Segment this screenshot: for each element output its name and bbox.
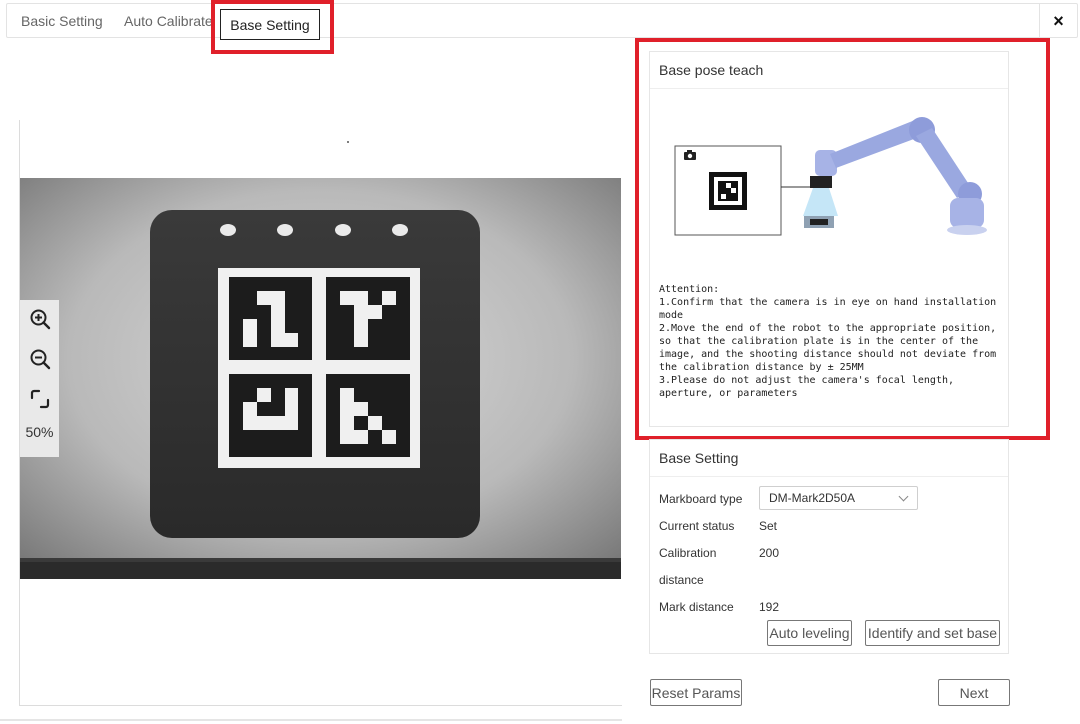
zoom-out-icon <box>30 349 50 370</box>
zoom-level: 50% <box>25 424 54 440</box>
identify-set-base-button[interactable]: Identify and set base <box>865 620 1000 646</box>
zoom-toolbar: 50% <box>20 300 59 457</box>
robot-arm-diagram <box>674 117 987 236</box>
zoom-in-icon <box>30 309 50 330</box>
tab-basic-setting[interactable]: Basic Setting <box>21 4 103 39</box>
markboard-type-select[interactable]: DM-Mark2D50A <box>759 486 918 510</box>
aruco-marker-4 <box>326 374 410 457</box>
calibration-distance-value: 200 <box>759 546 780 560</box>
base-setting-panel: Base Setting Markboard type DM-Mark2D50A… <box>649 439 1009 654</box>
calibration-distance-label-cont: distance <box>659 573 704 587</box>
robot-arm <box>815 117 987 235</box>
mark-distance-value: 192 <box>759 600 780 614</box>
camera-image[interactable] <box>20 178 621 579</box>
auto-leveling-button[interactable]: Auto leveling <box>767 620 852 646</box>
viewer-marker <box>347 141 349 143</box>
tab-base-setting[interactable]: Base Setting <box>220 9 320 40</box>
current-status-label: Current status <box>659 519 735 533</box>
chevron-down-icon <box>898 491 909 502</box>
divider <box>0 719 622 721</box>
close-icon: × <box>1053 11 1064 31</box>
aruco-marker-1 <box>229 277 312 360</box>
mark-distance-label: Mark distance <box>659 600 734 614</box>
current-status-value: Set <box>759 519 778 533</box>
tab-bar: Basic Setting Auto Calibrate Base Settin… <box>6 3 1078 40</box>
close-button[interactable]: × <box>1039 4 1077 39</box>
aruco-marker-3 <box>229 374 312 457</box>
reset-params-button[interactable]: Reset Params <box>650 679 742 706</box>
fit-screen-button[interactable] <box>20 380 59 418</box>
fit-screen-icon <box>30 389 49 409</box>
calibration-distance-label: Calibration <box>659 546 717 560</box>
panel-title: Base Setting <box>650 440 1008 477</box>
base-pose-teach-panel: Base pose teach Attention: 1.Confirm tha… <box>649 51 1009 427</box>
next-button[interactable]: Next <box>938 679 1010 706</box>
zoom-out-button[interactable] <box>20 340 59 378</box>
attention-text: Attention: 1.Confirm that the camera is … <box>659 284 997 399</box>
aruco-marker-2 <box>326 277 410 360</box>
markboard-type-value: DM-Mark2D50A <box>769 491 856 505</box>
calibration-board-image <box>20 178 621 579</box>
markboard-type-label: Markboard type <box>659 492 743 506</box>
robot-illustration <box>670 114 990 254</box>
zoom-in-button[interactable] <box>20 300 59 338</box>
panel-title: Base pose teach <box>650 52 1008 89</box>
tab-auto-calibrate[interactable]: Auto Calibrate <box>124 4 213 39</box>
